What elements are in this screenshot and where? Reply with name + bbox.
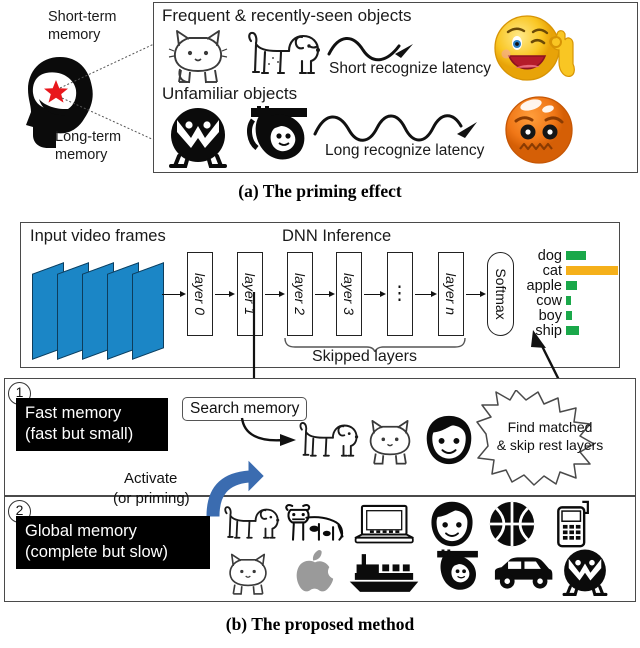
dog-icon bbox=[248, 31, 320, 75]
activate-label-line2: (or priming) bbox=[113, 490, 190, 507]
flow-arrow-head bbox=[329, 291, 335, 297]
layer-label: layer 3 bbox=[341, 272, 357, 316]
flow-arrow-head bbox=[480, 291, 486, 297]
flow-arrow-head bbox=[279, 291, 285, 297]
memory-panels-content: 1 Fast memory (fast but small) Search me… bbox=[4, 378, 636, 602]
car-icon bbox=[494, 557, 553, 589]
layer-label: layer n bbox=[443, 272, 459, 316]
fast-memory-line1: Fast memory bbox=[25, 404, 122, 422]
activate-label-line1: Activate bbox=[124, 470, 178, 487]
frequent-objects-title: Frequent & recently-seen objects bbox=[162, 6, 412, 25]
cat-icon bbox=[229, 553, 267, 595]
global-memory-line1: Global memory bbox=[25, 522, 137, 540]
bar-label-apple: apple bbox=[526, 278, 562, 294]
flow-arrow-head bbox=[180, 291, 186, 297]
global-memory-icon-grid bbox=[222, 500, 634, 596]
ship-icon bbox=[349, 554, 419, 592]
cow-icon bbox=[285, 504, 344, 541]
layer-label: layer 2 bbox=[292, 272, 308, 316]
owl-icon bbox=[562, 549, 608, 596]
global-memory-title: Global memory (complete but slow) bbox=[16, 516, 210, 569]
bar-dog bbox=[566, 251, 586, 260]
flow-arrow-head bbox=[380, 291, 386, 297]
basketball-icon bbox=[489, 501, 535, 547]
burst-line2: & skip rest layers bbox=[496, 437, 604, 453]
sloth-icon bbox=[247, 106, 307, 160]
bar-label-cow: cow bbox=[536, 293, 562, 309]
layer-box-ellipsis: ⋮ bbox=[387, 252, 413, 336]
unfamiliar-objects-title: Unfamiliar objects bbox=[162, 84, 298, 103]
dog-icon bbox=[224, 506, 280, 539]
boy-icon bbox=[431, 501, 473, 547]
fast-memory-title: Fast memory (fast but small) bbox=[16, 398, 168, 451]
bar-label-cat: cat bbox=[542, 263, 562, 279]
bar-apple bbox=[566, 281, 577, 290]
winking-happy-face-emoji bbox=[494, 15, 575, 81]
input-video-frames-title: Input video frames bbox=[30, 227, 166, 245]
ellipsis-label: ⋮ bbox=[390, 283, 410, 305]
bar-cat bbox=[566, 266, 618, 275]
flow-arrow-line bbox=[162, 294, 182, 296]
skipped-layers-label: Skipped layers bbox=[312, 348, 417, 365]
layer-box-3: layer 3 bbox=[336, 252, 362, 336]
flow-arrow-head bbox=[229, 291, 235, 297]
sloth-icon bbox=[437, 549, 478, 590]
dog-icon bbox=[299, 422, 359, 457]
short-term-memory-label: Short-term memory bbox=[48, 9, 117, 43]
memory-panel-divider bbox=[4, 495, 636, 497]
caption-a: (a) The priming effect bbox=[238, 181, 402, 201]
global-memory-line2: (complete but slow) bbox=[25, 543, 169, 561]
softmax-box: Softmax bbox=[487, 252, 514, 336]
bar-label-boy: boy bbox=[538, 308, 562, 324]
owl-icon bbox=[169, 108, 227, 168]
memory-connector-lines bbox=[59, 43, 155, 141]
video-frame bbox=[132, 262, 164, 360]
layer-box-2: layer 2 bbox=[287, 252, 313, 336]
input-video-frames-stack bbox=[32, 254, 167, 360]
bar-boy bbox=[566, 311, 572, 320]
cat-icon bbox=[369, 419, 411, 465]
short-latency-label: Short recognize latency bbox=[329, 60, 491, 77]
mobile-phone-icon bbox=[557, 500, 589, 548]
priming-effect-content: Frequent & recently-seen objects Short r… bbox=[153, 2, 638, 173]
worried-orange-face-emoji bbox=[505, 96, 573, 164]
laptop-icon bbox=[354, 504, 414, 544]
layer-box-0: layer 0 bbox=[187, 252, 213, 336]
burst-line1: Find matched bbox=[507, 419, 593, 435]
dnn-inference-content: Input video frames DNN Inference layer 0… bbox=[20, 222, 620, 402]
search-to-memory-arrow bbox=[240, 417, 296, 446]
head-diagram: Short-term memory Long-term memory bbox=[0, 0, 155, 176]
apple-logo-icon bbox=[296, 550, 334, 592]
softmax-label: Softmax bbox=[492, 268, 509, 320]
layer-label: layer 0 bbox=[192, 272, 208, 316]
find-matched-text: Find matched & skip rest layers bbox=[477, 418, 623, 454]
dnn-inference-title: DNN Inference bbox=[282, 227, 392, 245]
fast-memory-line2: (fast but small) bbox=[25, 425, 134, 443]
caption-b: (b) The proposed method bbox=[225, 614, 415, 634]
layer-box-n: layer n bbox=[438, 252, 464, 336]
flow-arrow-head bbox=[431, 291, 437, 297]
boy-icon bbox=[426, 415, 472, 465]
cat-icon bbox=[168, 30, 228, 84]
bar-label-dog: dog bbox=[537, 248, 562, 264]
long-latency-label: Long recognize latency bbox=[325, 142, 485, 159]
bar-cow bbox=[566, 296, 571, 305]
